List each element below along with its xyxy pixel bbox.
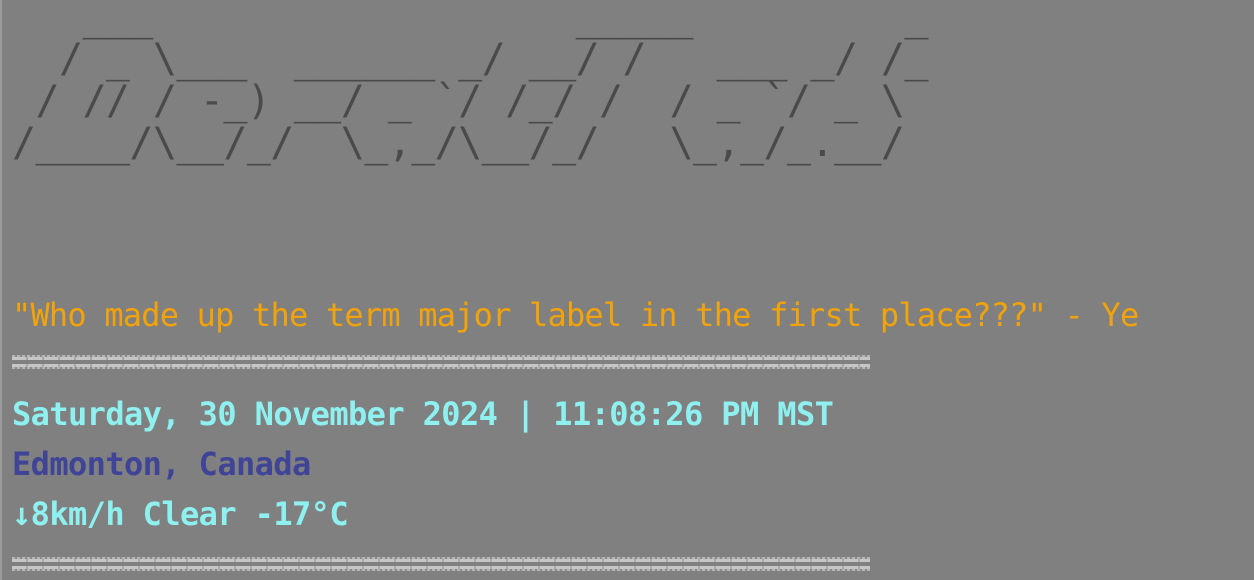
- weather-text: 8km/h Clear -17°C: [30, 495, 349, 533]
- location-line: Edmonton, Canada: [12, 445, 311, 483]
- terminal-window: ___ _____ _ / _ \___ ______ _/ __/ / ___…: [0, 0, 1254, 580]
- divider-top: [12, 355, 870, 369]
- datetime-line: Saturday, 30 November 2024 | 11:08:26 PM…: [12, 395, 834, 433]
- ascii-banner: ___ _____ _ / _ \___ ______ _/ __/ / ___…: [12, 0, 928, 166]
- divider-bottom: [12, 557, 870, 571]
- wind-direction-icon: ↓: [12, 495, 31, 533]
- quote-line: "Who made up the term major label in the…: [12, 296, 1139, 334]
- weather-line: ↓8km/h Clear -17°C: [12, 494, 349, 534]
